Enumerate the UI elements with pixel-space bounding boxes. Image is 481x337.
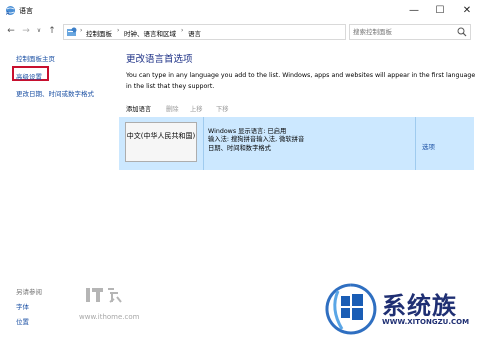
- search-icon[interactable]: [456, 26, 468, 38]
- brand-name: 系统族: [382, 292, 457, 320]
- recent-locations-button[interactable]: ∨: [33, 25, 45, 37]
- window-title: 语言: [19, 7, 33, 15]
- language-icon: A: [6, 6, 15, 16]
- up-button[interactable]: ↑: [46, 25, 58, 37]
- ithome-logo: [86, 288, 122, 303]
- windows-logo-icon: [325, 283, 377, 335]
- breadcrumb-language[interactable]: 语言: [188, 28, 201, 38]
- add-language-button[interactable]: 添加语言: [126, 104, 151, 113]
- ithome-watermark-url: www.ithome.com: [79, 313, 140, 321]
- divider: [203, 117, 204, 170]
- breadcrumb-clock-language-region[interactable]: 时钟、语言和区域: [124, 28, 176, 38]
- breadcrumb-separator: ›: [80, 27, 83, 34]
- maximize-button[interactable]: ☐: [430, 4, 450, 17]
- address-bar[interactable]: › 控制面板 › 时钟、语言和区域 › 语言 ∨ ↻: [63, 24, 405, 40]
- breadcrumb-separator: ›: [117, 27, 120, 34]
- close-button[interactable]: ✕: [457, 4, 477, 17]
- language-options-link[interactable]: 选项: [422, 141, 435, 151]
- language-detail-format: 日期、时间和数字格式: [208, 144, 271, 152]
- sidebar-link-fonts[interactable]: 字体: [16, 301, 29, 311]
- sidebar-link-advanced-settings[interactable]: 高级设置: [16, 71, 42, 81]
- search-box[interactable]: [349, 24, 471, 40]
- see-also-heading: 另请参阅: [16, 288, 42, 296]
- move-up-button[interactable]: 上移: [190, 104, 203, 113]
- control-panel-icon: [67, 27, 77, 36]
- move-down-button[interactable]: 下移: [216, 104, 229, 113]
- back-button[interactable]: ←: [5, 25, 17, 37]
- language-detail-input: 输入法: 搜狗拼音输入法, 微软拼音: [208, 136, 305, 144]
- page-title: 更改语言首选项: [126, 54, 193, 65]
- language-name-tile[interactable]: 中文(中华人民共和国): [125, 122, 197, 162]
- search-input[interactable]: [353, 26, 453, 37]
- breadcrumb-control-panel[interactable]: 控制面板: [86, 28, 112, 38]
- remove-button[interactable]: 删除: [166, 104, 179, 113]
- sidebar-link-control-panel-home[interactable]: 控制面板主页: [16, 53, 55, 63]
- minimize-button[interactable]: —: [404, 4, 424, 17]
- forward-button[interactable]: →: [20, 25, 32, 37]
- sidebar-link-location[interactable]: 位置: [16, 316, 29, 326]
- sidebar-link-change-date-format[interactable]: 更改日期、时间或数字格式: [16, 88, 94, 98]
- page-description: You can type in any language you add to …: [126, 72, 476, 90]
- svg-text:A: A: [6, 11, 10, 16]
- language-list-item[interactable]: 中文(中华人民共和国) Windows 显示语言: 已启用 输入法: 搜狗拼音输…: [119, 117, 474, 170]
- brand-url: WWW.XITONGZU.COM: [382, 318, 470, 326]
- language-details: Windows 显示语言: 已启用 输入法: 搜狗拼音输入法, 微软拼音 日期、…: [208, 128, 304, 153]
- title-bar: A 语言 — ☐ ✕: [0, 0, 481, 21]
- breadcrumb-separator: ›: [181, 27, 184, 34]
- divider: [415, 117, 416, 170]
